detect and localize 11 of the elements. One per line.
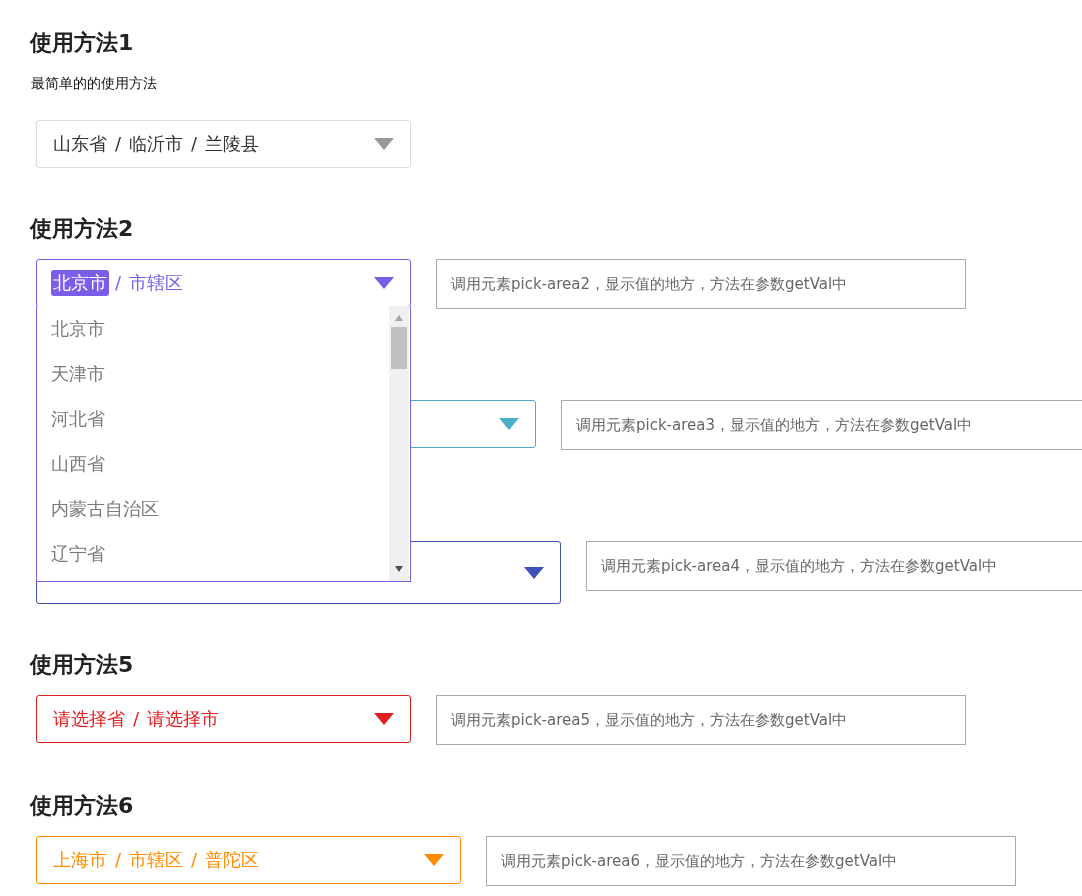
separator: / (191, 849, 198, 871)
separator: / (191, 133, 198, 155)
section-heading: 使用方法2 (30, 215, 135, 243)
separator: / (115, 272, 122, 294)
separator: / (115, 133, 122, 155)
separator: / (133, 708, 140, 730)
section-heading: 使用方法5 (30, 651, 135, 679)
section-heading: 使用方法1 (30, 29, 135, 57)
separator: / (115, 849, 122, 871)
section-description: 最简单的的使用方法 (31, 74, 158, 93)
section-heading: 使用方法6 (30, 792, 135, 820)
